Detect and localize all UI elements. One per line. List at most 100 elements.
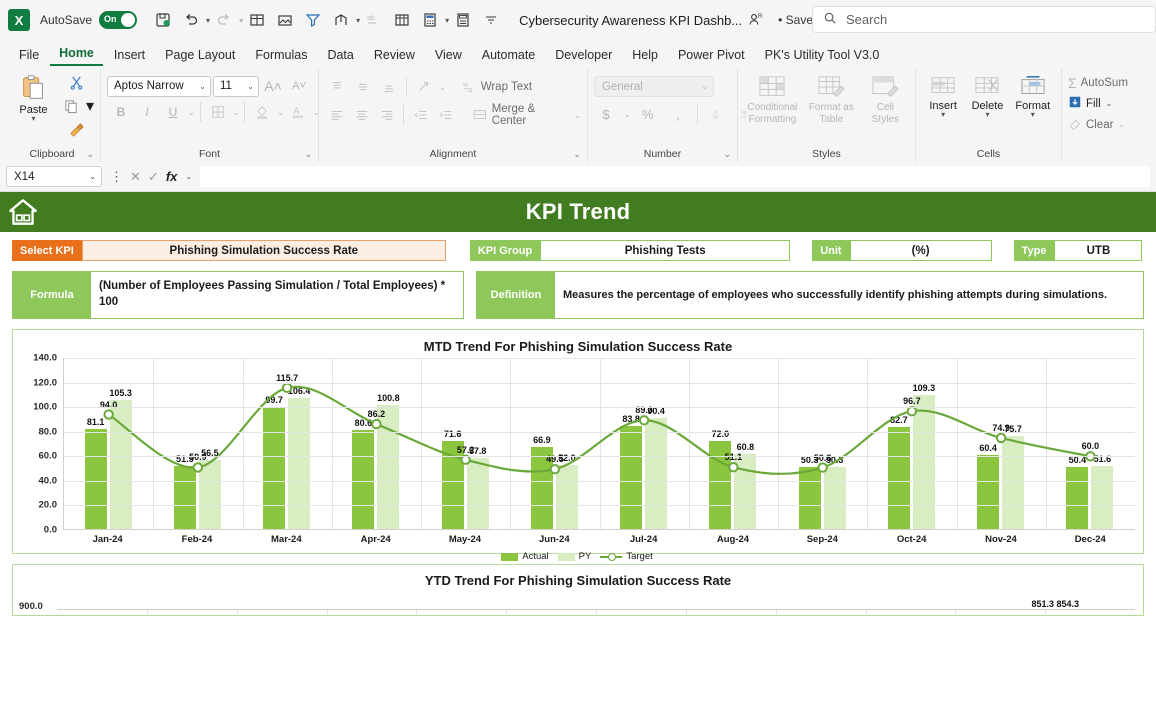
tab-power-pivot[interactable]: Power Pivot <box>669 45 754 66</box>
calculator-icon[interactable] <box>417 8 443 32</box>
bar-py[interactable] <box>1002 436 1025 529</box>
decrease-font-size-icon[interactable]: A˅ <box>287 75 311 97</box>
copy-icon[interactable] <box>60 95 84 117</box>
undo-icon[interactable] <box>178 8 204 32</box>
home-icon[interactable] <box>6 195 40 234</box>
tab-developer[interactable]: Developer <box>546 45 621 66</box>
bar-py[interactable] <box>645 417 668 529</box>
search-input[interactable]: Search <box>812 6 1156 33</box>
calculate-sheet-icon[interactable] <box>450 8 476 32</box>
customize-toolbar-icon[interactable] <box>478 8 504 32</box>
undo-caret-icon[interactable]: ▾ <box>206 16 210 25</box>
cell-styles-button[interactable]: Cell Styles <box>862 73 909 125</box>
bar-py[interactable] <box>912 394 935 529</box>
autosum-button[interactable]: Σ AutoSum <box>1068 75 1128 91</box>
merge-center-label[interactable]: Merge & Center <box>492 103 570 127</box>
tab-formulas[interactable]: Formulas <box>246 45 316 66</box>
picture-icon[interactable] <box>272 8 298 32</box>
bar-actual[interactable] <box>798 467 821 529</box>
bar-actual[interactable] <box>1066 467 1089 529</box>
paste-caret-icon[interactable]: ▾ <box>31 115 35 123</box>
align-bottom-icon[interactable] <box>377 76 401 98</box>
mtd-chart[interactable]: 0.0 20.0 40.0 60.0 80.0 100.0 120.0 140.0 81.1 1… <box>19 353 1135 562</box>
alignment-dialog-launcher-icon[interactable]: ⌄ <box>573 149 581 160</box>
align-right-icon[interactable] <box>375 104 398 126</box>
font-color-icon[interactable]: A <box>286 101 310 123</box>
name-box[interactable]: X14 ⌄ <box>6 166 102 187</box>
align-center-icon[interactable] <box>350 104 373 126</box>
font-size-select[interactable]: 11 ⌄ <box>213 75 259 97</box>
filter-icon[interactable] <box>300 8 326 32</box>
italic-button[interactable]: I <box>135 101 159 123</box>
clipboard-dialog-launcher-icon[interactable]: ⌄ <box>86 149 94 160</box>
insert-function-icon[interactable]: fx <box>166 169 178 184</box>
table-icon[interactable] <box>244 8 270 32</box>
tab-automate[interactable]: Automate <box>473 45 545 66</box>
legend-item-py[interactable]: PY <box>557 551 591 562</box>
fill-button[interactable]: Fill ⌄ <box>1068 95 1112 112</box>
increase-decimal-icon[interactable]: ←0.00 <box>706 103 730 125</box>
insert-cells-button[interactable]: Insert ▾ <box>922 73 964 119</box>
bar-actual[interactable] <box>887 427 910 529</box>
align-left-icon[interactable] <box>325 104 348 126</box>
tab-pk-utility-tool[interactable]: PK's Utility Tool V3.0 <box>756 45 889 66</box>
select-kpi-control[interactable]: Select KPI Phishing Simulation Success R… <box>12 240 446 261</box>
orientation-icon[interactable] <box>412 76 436 98</box>
bold-button[interactable]: B <box>109 101 133 123</box>
tab-insert[interactable]: Insert <box>105 45 154 66</box>
tab-review[interactable]: Review <box>365 45 424 66</box>
bar-py[interactable] <box>466 458 489 529</box>
increase-font-size-icon[interactable]: A˄ <box>261 75 285 97</box>
borders-icon[interactable] <box>206 101 230 123</box>
fill-color-icon[interactable] <box>250 101 274 123</box>
autosave-toggle[interactable]: On <box>99 11 138 29</box>
permissions-icon[interactable]: R <box>743 8 769 32</box>
share-caret-icon[interactable]: ▾ <box>356 16 360 25</box>
confirm-entry-icon[interactable]: ✓ <box>148 169 159 185</box>
tab-home[interactable]: Home <box>50 43 103 66</box>
format-cells-button[interactable]: Format ▾ <box>1011 73 1055 119</box>
insert-caret-icon[interactable]: ▾ <box>941 111 945 119</box>
tab-help[interactable]: Help <box>623 45 667 66</box>
document-title[interactable]: Cybersecurity Awareness KPI Dashb... <box>519 13 742 28</box>
formula-bar-expand-icon[interactable]: ⌄ <box>185 172 192 181</box>
cancel-entry-icon[interactable]: ✕ <box>130 169 141 185</box>
tab-view[interactable]: View <box>426 45 471 66</box>
wrap-text-label[interactable]: Wrap Text <box>481 81 532 93</box>
select-kpi-value[interactable]: Phishing Simulation Success Rate <box>81 240 446 261</box>
tab-file[interactable]: File <box>10 45 48 66</box>
font-dialog-launcher-icon[interactable]: ⌄ <box>304 149 312 160</box>
format-caret-icon[interactable]: ▾ <box>1031 111 1035 119</box>
bar-actual[interactable] <box>620 426 643 529</box>
bar-py[interactable] <box>555 465 578 529</box>
percent-style-icon[interactable]: % <box>636 103 660 125</box>
tab-page-layout[interactable]: Page Layout <box>156 45 244 66</box>
bar-py[interactable] <box>823 467 846 529</box>
legend-item-actual[interactable]: Actual <box>501 551 549 562</box>
delete-cells-button[interactable]: Delete ▾ <box>966 73 1008 119</box>
name-box-more-icon[interactable]: ⋮ <box>110 169 123 185</box>
calculator-caret-icon[interactable]: ▾ <box>445 16 449 25</box>
conditional-formatting-button[interactable]: Conditional Formatting <box>744 73 801 125</box>
align-top-icon[interactable] <box>325 76 349 98</box>
share-icon[interactable] <box>328 8 354 32</box>
increase-indent-icon[interactable] <box>434 104 457 126</box>
currency-icon[interactable]: $ <box>594 103 618 125</box>
tab-data[interactable]: Data <box>318 45 362 66</box>
bar-actual[interactable] <box>977 454 1000 529</box>
comma-style-icon[interactable]: , <box>665 103 689 125</box>
format-painter-icon[interactable] <box>65 119 89 141</box>
save-icon[interactable] <box>150 8 176 32</box>
underline-button[interactable]: U <box>161 101 185 123</box>
formula-input[interactable] <box>200 166 1150 187</box>
cut-icon[interactable] <box>65 71 89 93</box>
number-format-select[interactable]: General ⌄ <box>593 76 714 97</box>
legend-item-target[interactable]: Target <box>600 551 653 562</box>
format-as-table-button[interactable]: Format as Table <box>805 73 858 125</box>
bar-py[interactable] <box>1091 465 1114 529</box>
align-middle-icon[interactable] <box>351 76 375 98</box>
delete-caret-icon[interactable]: ▾ <box>985 111 989 119</box>
number-dialog-launcher-icon[interactable]: ⌄ <box>723 149 731 160</box>
pivot-table-icon[interactable] <box>389 8 415 32</box>
decrease-indent-icon[interactable] <box>409 104 432 126</box>
